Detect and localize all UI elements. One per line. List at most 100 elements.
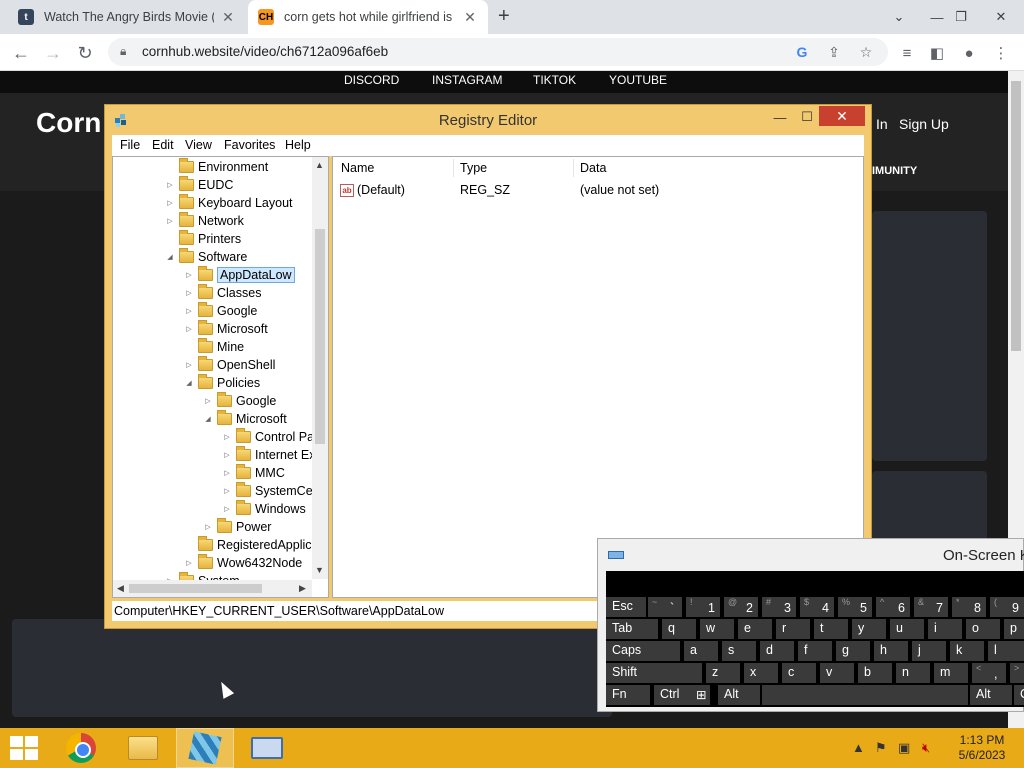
keyboard-key[interactable]: d xyxy=(760,641,794,661)
community-link[interactable]: IMUNITY xyxy=(872,165,917,177)
collapsed-arrow-icon[interactable]: ▷ xyxy=(222,505,232,513)
collapsed-arrow-icon[interactable]: ▷ xyxy=(184,271,194,279)
keyboard-key[interactable]: @2 xyxy=(724,597,758,617)
windows-key[interactable]: ⊞ xyxy=(690,685,710,705)
spacebar-key[interactable] xyxy=(762,685,968,705)
keyboard-key[interactable]: h xyxy=(874,641,908,661)
collapsed-arrow-icon[interactable]: ▷ xyxy=(203,397,213,405)
keyboard-key[interactable]: b xyxy=(858,663,892,683)
keyboard-key[interactable]: f xyxy=(798,641,832,661)
keyboard-key[interactable]: k xyxy=(950,641,984,661)
collapsed-arrow-icon[interactable]: ▷ xyxy=(203,523,213,531)
keyboard-key[interactable]: g xyxy=(836,641,870,661)
menu-favorites[interactable]: Favorites xyxy=(224,138,275,152)
tree-node[interactable]: Environment xyxy=(165,158,268,176)
tree-node[interactable]: ▷ Internet Exp xyxy=(222,446,322,464)
signup-link[interactable]: Sign Up xyxy=(899,116,949,132)
keyboard-key[interactable]: Alt xyxy=(970,685,1012,705)
menu-file[interactable]: File xyxy=(120,138,140,152)
menu-edit[interactable]: Edit xyxy=(152,138,174,152)
collapsed-arrow-icon[interactable]: ▷ xyxy=(165,217,175,225)
tree-node[interactable]: ◢ Policies xyxy=(184,374,260,392)
close-tab-icon[interactable]: ✕ xyxy=(462,9,478,26)
tree-node[interactable]: ◢ Software xyxy=(165,248,247,266)
menu-kebab-icon[interactable]: ⋮ xyxy=(990,42,1012,64)
tree-node[interactable]: ▷ SystemCer xyxy=(222,482,317,500)
keyboard-key[interactable]: Fn xyxy=(606,685,650,705)
nav-tiktok[interactable]: TIKTOK xyxy=(533,73,576,87)
login-link[interactable]: In xyxy=(876,116,888,132)
reload-icon[interactable]: ↻ xyxy=(72,40,98,66)
tree-node[interactable]: Mine xyxy=(184,338,244,356)
taskbar-on-screen-keyboard[interactable] xyxy=(238,728,296,768)
show-hidden-icons-icon[interactable]: ▲ xyxy=(852,740,865,755)
keyboard-key[interactable]: #3 xyxy=(762,597,796,617)
keyboard-key[interactable]: l xyxy=(988,641,1024,661)
keyboard-key[interactable]: % 5 xyxy=(838,597,872,617)
scroll-left-icon[interactable]: ◀ xyxy=(117,583,124,594)
google-lens-icon[interactable]: G xyxy=(792,42,812,62)
tree-node[interactable]: ▷ EUDC xyxy=(165,176,233,194)
keyboard-key[interactable]: p xyxy=(1004,619,1024,639)
window-title-bar[interactable]: Registry Editor — ☐ ✕ xyxy=(105,105,871,135)
scroll-up-icon[interactable]: ▲ xyxy=(315,160,324,170)
taskbar-chrome[interactable] xyxy=(52,728,110,768)
collapsed-arrow-icon[interactable]: ▷ xyxy=(184,307,194,315)
collapsed-arrow-icon[interactable]: ▷ xyxy=(184,361,194,369)
value-name[interactable]: (Default) xyxy=(357,183,405,197)
keyboard-key[interactable]: j xyxy=(912,641,946,661)
tree-node[interactable]: ▷ Control Pa xyxy=(222,428,314,446)
collapsed-arrow-icon[interactable]: ▷ xyxy=(222,451,232,459)
tree-node[interactable]: ▷ Network xyxy=(165,212,244,230)
tree-node[interactable]: ▷ Microsoft xyxy=(184,320,268,338)
keyboard-key[interactable]: c xyxy=(782,663,816,683)
taskbar-registry-editor[interactable] xyxy=(176,728,234,768)
close-tab-icon[interactable]: ✕ xyxy=(220,9,236,26)
keyboard-key[interactable]: Esc xyxy=(606,597,646,617)
collapsed-arrow-icon[interactable]: ▷ xyxy=(222,469,232,477)
profile-avatar-icon[interactable]: ● xyxy=(958,42,980,64)
tree-node[interactable]: ◢ Microsoft xyxy=(203,410,287,428)
column-divider[interactable] xyxy=(573,159,574,177)
keyboard-key[interactable]: n xyxy=(896,663,930,683)
network-icon[interactable]: ▣ xyxy=(898,740,910,756)
keyboard-key[interactable]: ~ ` xyxy=(648,597,682,617)
scroll-thumb[interactable] xyxy=(315,229,325,444)
scroll-thumb[interactable] xyxy=(1011,81,1021,351)
window-title-bar[interactable]: On-Screen K xyxy=(598,539,1024,571)
browser-tab-active[interactable]: CH corn gets hot while girlfriend is b ✕ xyxy=(248,0,488,34)
menu-view[interactable]: View xyxy=(185,138,212,152)
keyboard-key[interactable]: v xyxy=(820,663,854,683)
bookmark-star-icon[interactable]: ☆ xyxy=(856,42,876,62)
collapsed-arrow-icon[interactable]: ▷ xyxy=(184,559,194,567)
taskbar-file-explorer[interactable] xyxy=(114,728,172,768)
keyboard-key[interactable]: m xyxy=(934,663,968,683)
keyboard-key[interactable]: r xyxy=(776,619,810,639)
keyboard-key[interactable]: t xyxy=(814,619,848,639)
browser-tab[interactable]: t Watch The Angry Birds Movie (2( ✕ xyxy=(8,0,246,34)
url-text[interactable]: cornhub.website/video/ch6712a096af6eb xyxy=(142,44,388,59)
keyboard-key[interactable]: e xyxy=(738,619,772,639)
close-window-button[interactable]: ✕ xyxy=(984,0,1018,34)
tree-node[interactable]: ▷ Power xyxy=(203,518,271,536)
keyboard-key[interactable]: w xyxy=(700,619,734,639)
tree-node[interactable]: ▷ Google xyxy=(203,392,276,410)
keyboard-key[interactable]: <, xyxy=(972,663,1006,683)
keyboard-key[interactable]: Caps xyxy=(606,641,680,661)
keyboard-key[interactable]: * 8 xyxy=(952,597,986,617)
tree-vertical-scrollbar[interactable]: ▲ ▼ xyxy=(312,157,328,579)
column-header-type[interactable]: Type xyxy=(460,161,487,175)
collapsed-arrow-icon[interactable]: ▷ xyxy=(165,181,175,189)
tree-node[interactable]: RegisteredApplica xyxy=(184,536,318,554)
collapsed-arrow-icon[interactable]: ▷ xyxy=(222,433,232,441)
keyboard-key[interactable]: >. xyxy=(1010,663,1024,683)
tree-node[interactable]: ▷ OpenShell xyxy=(184,356,275,374)
scroll-right-icon[interactable]: ▶ xyxy=(299,583,306,594)
keyboard-key[interactable]: $4 xyxy=(800,597,834,617)
share-icon[interactable]: ⇪ xyxy=(824,42,844,62)
collapsed-arrow-icon[interactable]: ▷ xyxy=(184,325,194,333)
maximize-button[interactable]: ☐ xyxy=(794,107,820,127)
forward-icon[interactable]: → xyxy=(40,40,66,66)
nav-youtube[interactable]: YOUTUBE xyxy=(609,73,667,87)
tab-search-icon[interactable]: ⌄ xyxy=(882,0,916,34)
